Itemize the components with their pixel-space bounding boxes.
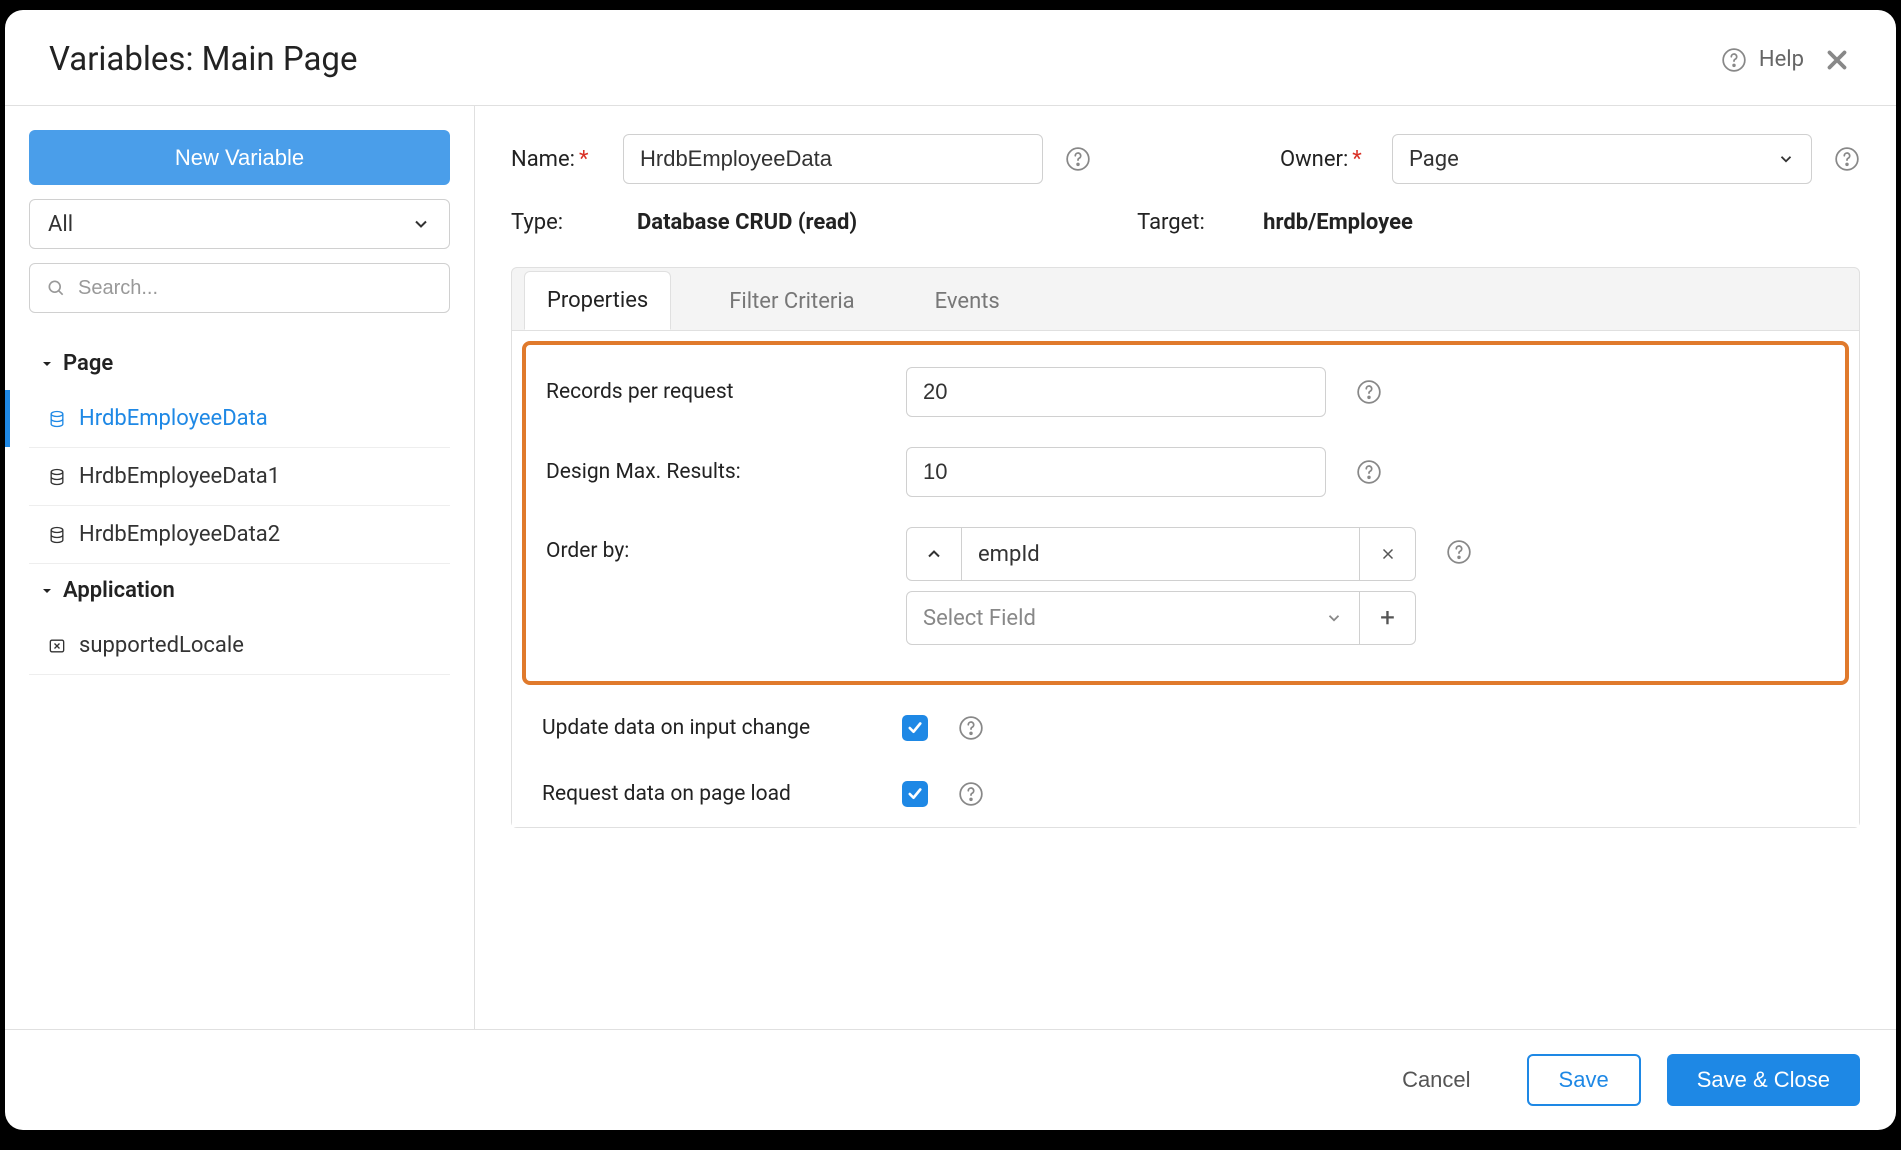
- name-input[interactable]: [623, 134, 1043, 184]
- tree-item-hrdbemployeedata1[interactable]: HrdbEmployeeData1: [29, 448, 450, 506]
- help-icon[interactable]: [1356, 379, 1382, 405]
- field-row-1: Name:* Owner:* Page: [511, 134, 1860, 184]
- tree-group-label: Application: [63, 578, 175, 603]
- database-icon: [47, 525, 67, 545]
- save-close-button[interactable]: Save & Close: [1667, 1054, 1860, 1106]
- close-button[interactable]: [1822, 45, 1852, 75]
- tab-body: Records per request Design Max. Results:: [512, 330, 1859, 827]
- tab-properties[interactable]: Properties: [524, 271, 671, 330]
- request-on-load-row: Request data on page load: [512, 761, 1859, 827]
- records-input[interactable]: [906, 367, 1326, 417]
- filter-value: All: [48, 212, 73, 237]
- search-icon: [46, 278, 66, 298]
- dialog-body: New Variable All Page: [5, 106, 1896, 1029]
- update-on-change-checkbox[interactable]: [902, 715, 928, 741]
- design-max-input[interactable]: [906, 447, 1326, 497]
- records-per-request-row: Records per request: [546, 367, 1825, 417]
- help-icon[interactable]: [958, 781, 984, 807]
- name-group: Name:*: [511, 134, 1091, 184]
- field-row-2: Type: Database CRUD (read) Target: hrdb/…: [511, 210, 1860, 235]
- type-label: Type:: [511, 210, 601, 235]
- records-label: Records per request: [546, 380, 876, 404]
- help-label: Help: [1759, 47, 1804, 72]
- tree-item-label: HrdbEmployeeData1: [79, 464, 280, 489]
- target-group: Target: hrdb/Employee: [1137, 210, 1413, 235]
- caret-down-icon: [39, 583, 55, 599]
- tree-group-label: Page: [63, 351, 113, 376]
- tab-bar: Properties Filter Criteria Events: [512, 268, 1859, 330]
- orderby-placeholder: Select Field: [923, 606, 1036, 631]
- caret-down-icon: [39, 356, 55, 372]
- dialog-header: Variables: Main Page Help: [5, 10, 1896, 106]
- properties-highlighted: Records per request Design Max. Results:: [522, 341, 1849, 685]
- target-value: hrdb/Employee: [1263, 210, 1413, 235]
- database-icon: [47, 409, 67, 429]
- dialog-title: Variables: Main Page: [49, 40, 357, 79]
- owner-value: Page: [1409, 147, 1459, 172]
- dialog-footer: Cancel Save Save & Close: [5, 1029, 1896, 1130]
- help-icon[interactable]: [1834, 146, 1860, 172]
- required-mark: *: [1352, 147, 1361, 172]
- orderby-entry: empId: [906, 527, 1416, 581]
- orderby-field: empId: [962, 527, 1360, 581]
- help-icon[interactable]: [1446, 539, 1472, 565]
- search-field[interactable]: [29, 263, 450, 313]
- orderby-controls: empId Select Field: [906, 527, 1416, 645]
- tree-item-label: HrdbEmployeeData2: [79, 522, 280, 547]
- help-button[interactable]: Help: [1721, 47, 1804, 73]
- new-variable-button[interactable]: New Variable: [29, 130, 450, 185]
- help-icon[interactable]: [1356, 459, 1382, 485]
- tree-group-application[interactable]: Application: [29, 564, 450, 617]
- orderby-remove-button[interactable]: [1360, 527, 1416, 581]
- chevron-down-icon: [1777, 150, 1795, 168]
- name-label: Name:*: [511, 147, 601, 172]
- help-icon: [1721, 47, 1747, 73]
- variable-icon: [47, 636, 67, 656]
- type-value: Database CRUD (read): [637, 210, 857, 235]
- design-max-label: Design Max. Results:: [546, 460, 876, 484]
- orderby-add-row: Select Field +: [906, 591, 1416, 645]
- cancel-button[interactable]: Cancel: [1372, 1054, 1500, 1106]
- chevron-down-icon: [411, 214, 431, 234]
- update-on-change-row: Update data on input change: [512, 695, 1859, 761]
- owner-label: Owner:*: [1280, 147, 1370, 172]
- filter-select[interactable]: All: [29, 199, 450, 249]
- sidebar: New Variable All Page: [5, 106, 475, 1029]
- target-label: Target:: [1137, 210, 1227, 235]
- update-on-change-label: Update data on input change: [542, 716, 872, 740]
- orderby-row: Order by: empId: [546, 527, 1825, 645]
- tree-item-label: supportedLocale: [79, 633, 244, 658]
- main-panel: Name:* Owner:* Page: [475, 106, 1896, 1029]
- help-icon[interactable]: [958, 715, 984, 741]
- help-icon[interactable]: [1065, 146, 1091, 172]
- orderby-select[interactable]: Select Field: [906, 591, 1360, 645]
- tab-filter-criteria[interactable]: Filter Criteria: [707, 273, 876, 330]
- save-button[interactable]: Save: [1527, 1054, 1641, 1106]
- orderby-direction-button[interactable]: [906, 527, 962, 581]
- variable-tree: Page HrdbEmployeeData HrdbEmployeeData1: [29, 337, 450, 675]
- header-actions: Help: [1721, 45, 1852, 75]
- required-mark: *: [579, 147, 588, 172]
- owner-select[interactable]: Page: [1392, 134, 1812, 184]
- chevron-down-icon: [1325, 609, 1343, 627]
- type-group: Type: Database CRUD (read): [511, 210, 857, 235]
- tree-item-hrdbemployeedata[interactable]: HrdbEmployeeData: [29, 390, 450, 448]
- owner-group: Owner:* Page: [1280, 134, 1860, 184]
- request-on-load-label: Request data on page load: [542, 782, 872, 806]
- tab-events[interactable]: Events: [913, 273, 1022, 330]
- tree-group-page[interactable]: Page: [29, 337, 450, 390]
- tree-item-hrdbemployeedata2[interactable]: HrdbEmployeeData2: [29, 506, 450, 564]
- request-on-load-checkbox[interactable]: [902, 781, 928, 807]
- design-max-row: Design Max. Results:: [546, 447, 1825, 497]
- tab-container: Properties Filter Criteria Events Record…: [511, 267, 1860, 828]
- orderby-add-button[interactable]: +: [1360, 591, 1416, 645]
- tree-item-label: HrdbEmployeeData: [79, 406, 268, 431]
- search-input[interactable]: [78, 277, 433, 300]
- orderby-label: Order by:: [546, 527, 876, 563]
- variables-dialog: Variables: Main Page Help New Variable A…: [5, 10, 1896, 1130]
- database-icon: [47, 467, 67, 487]
- tree-item-supportedlocale[interactable]: supportedLocale: [29, 617, 450, 675]
